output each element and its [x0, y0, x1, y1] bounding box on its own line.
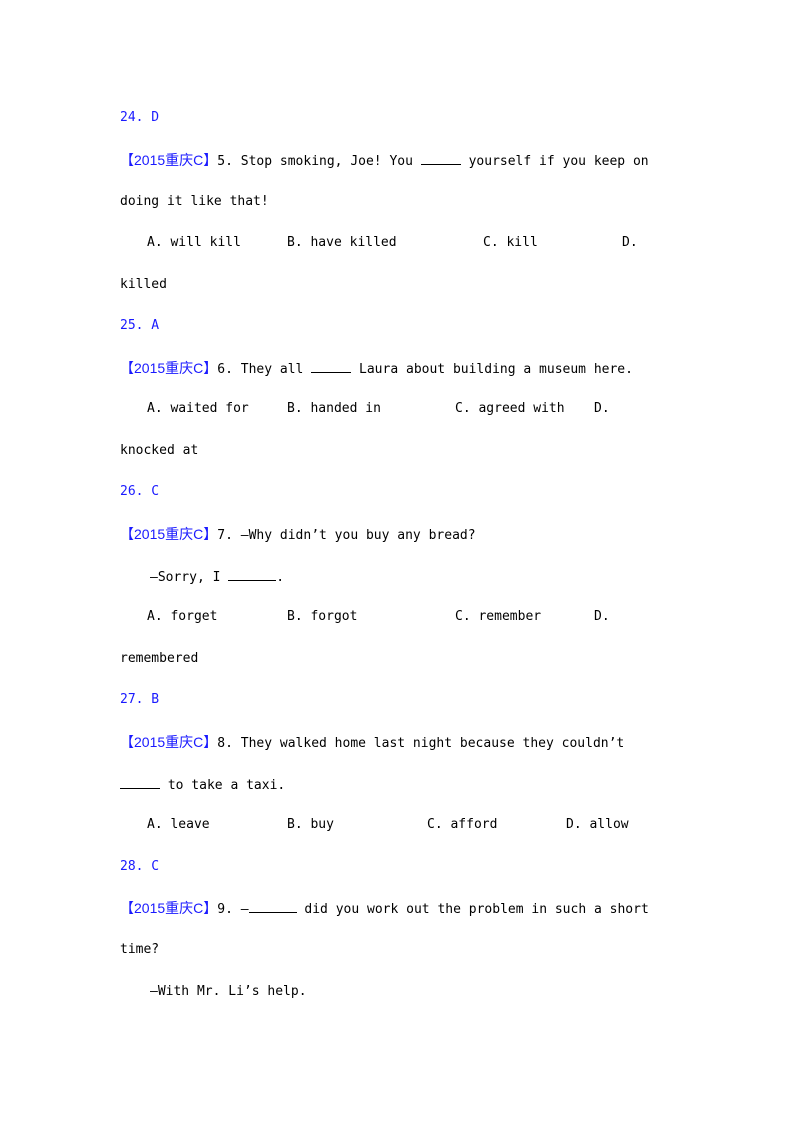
option-d-text: killed [120, 277, 167, 292]
question-5-line2: doing it like that! [120, 194, 269, 209]
answer-blank [420, 152, 461, 165]
source-tag: 【2015重庆C】 [120, 900, 218, 916]
answer-blank [228, 568, 277, 581]
source-tag: 【2015重庆C】 [120, 734, 218, 750]
option-a: A. forget [147, 609, 218, 624]
question-9-line1: 【2015重庆C】9. — did you work out the probl… [120, 900, 649, 917]
option-c: C. kill [483, 235, 538, 250]
option-a: A. will kill [147, 235, 241, 250]
option-d: D. [622, 235, 638, 250]
question-9-line2: time? [120, 942, 160, 957]
option-c: C. afford [427, 817, 498, 832]
answer-25: 25. A [120, 318, 160, 333]
option-b: B. handed in [287, 401, 381, 416]
question-number: 6. [217, 362, 233, 377]
question-7-line2: —Sorry, I . [150, 568, 285, 585]
answer-26: 26. C [120, 484, 160, 499]
answer-blank [311, 360, 352, 373]
question-number: 9. [217, 902, 233, 917]
option-b: B. forgot [287, 609, 358, 624]
question-8-line2: to take a taxi. [120, 776, 285, 794]
source-tag: 【2015重庆C】 [120, 360, 218, 376]
option-c: C. agreed with [455, 401, 565, 416]
answer-blank [248, 900, 297, 913]
option-b: B. have killed [287, 235, 397, 250]
question-7-line1: 【2015重庆C】7. —Why didn’t you buy any brea… [120, 526, 476, 543]
option-b: B. buy [287, 817, 334, 832]
source-tag: 【2015重庆C】 [120, 152, 218, 168]
option-d: D. [594, 401, 610, 416]
option-d-text: knocked at [120, 443, 199, 458]
answer-blank [120, 776, 160, 789]
answer-28: 28. C [120, 859, 160, 874]
answer-24: 24. D [120, 110, 160, 125]
question-5-line1: 【2015重庆C】5. Stop smoking, Joe! You yours… [120, 152, 649, 169]
answer-27: 27. B [120, 692, 160, 707]
question-number: 8. [217, 736, 233, 751]
source-tag: 【2015重庆C】 [120, 526, 218, 542]
question-9-line3: —With Mr. Li’s help. [150, 984, 307, 999]
question-8-line1: 【2015重庆C】8. They walked home last night … [120, 734, 625, 751]
option-a: A. leave [147, 817, 210, 832]
question-6-line1: 【2015重庆C】6. They all Laura about buildin… [120, 360, 633, 377]
option-d: D. [594, 609, 610, 624]
option-c: C. remember [455, 609, 542, 624]
question-number: 5. [217, 154, 233, 169]
option-d-text: remembered [120, 651, 199, 666]
option-d: D. allow [566, 817, 629, 832]
option-a: A. waited for [147, 401, 249, 416]
question-number: 7. [217, 528, 233, 543]
